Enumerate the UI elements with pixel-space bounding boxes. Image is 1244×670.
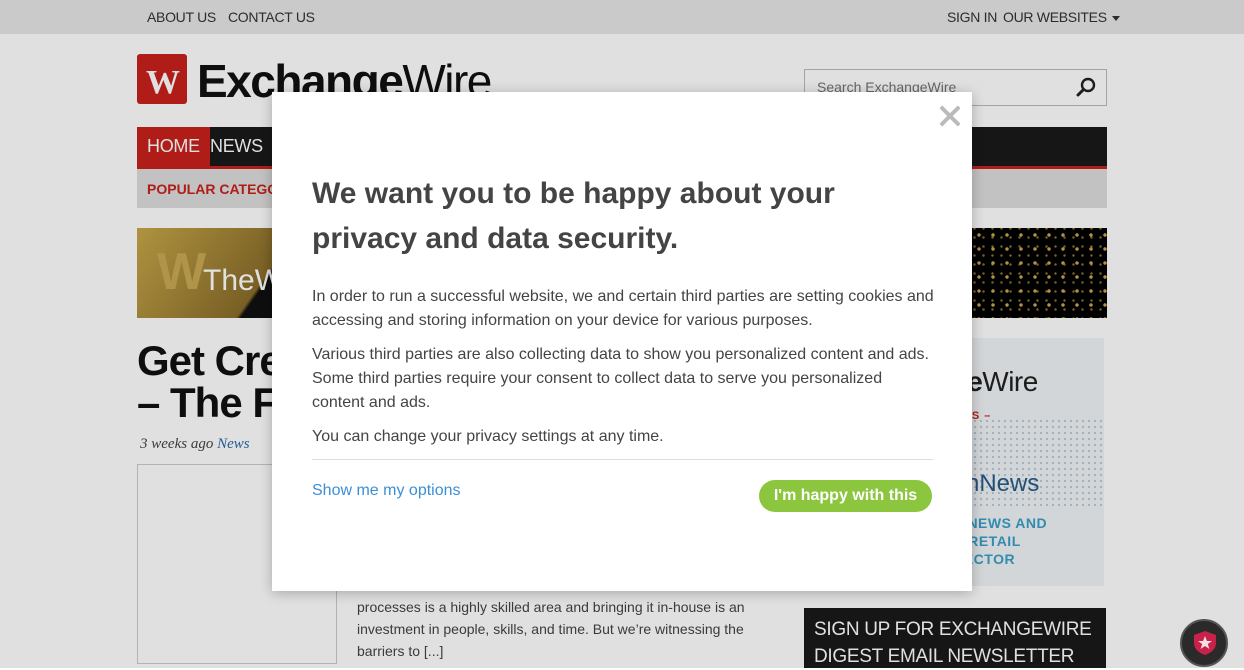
show-options-link[interactable]: Show me my options: [312, 482, 461, 500]
shield-star-icon: [1194, 631, 1216, 655]
privacy-consent-dialog: We want you to be happy about your priva…: [272, 92, 972, 591]
dialog-paragraph-3: You can change your privacy settings at …: [312, 428, 664, 445]
dialog-paragraph-2: Various third parties are also collectin…: [312, 346, 929, 411]
accept-button[interactable]: I'm happy with this: [759, 480, 932, 512]
dialog-divider: [312, 459, 933, 460]
close-icon[interactable]: [935, 102, 963, 130]
dialog-title: We want you to be happy about your priva…: [312, 177, 835, 255]
dialog-paragraph-1: In order to run a successful website, we…: [312, 288, 934, 329]
privacy-badge-button[interactable]: [1180, 619, 1228, 667]
